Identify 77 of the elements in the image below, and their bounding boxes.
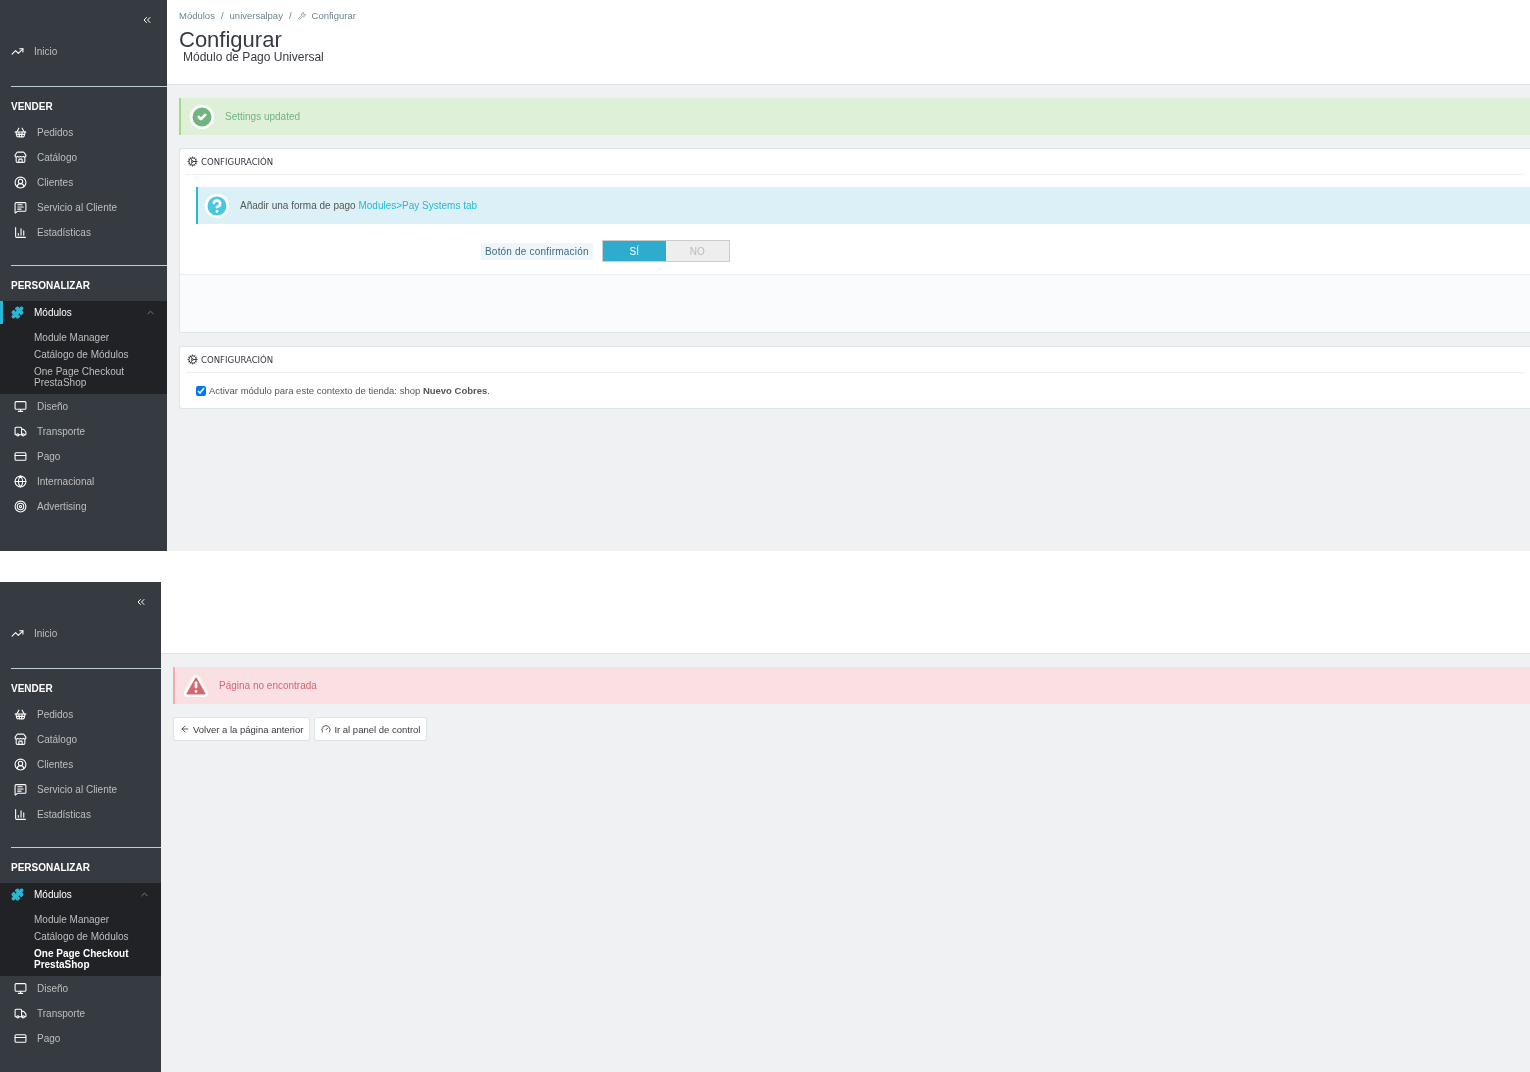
submenu-item[interactable]: Module Manager — [34, 332, 144, 343]
help-icon — [204, 192, 230, 219]
user-icon — [14, 176, 27, 189]
breadcrumb-link[interactable]: universalpay — [229, 10, 283, 21]
submenu-item[interactable]: Catálogo de Módulos — [34, 349, 144, 360]
section-title: PERSONALIZAR — [10, 861, 91, 875]
switch-label: Botón de confirmación — [481, 242, 593, 260]
sidebar-item[interactable]: Módulos — [0, 301, 167, 324]
checkbox-label: Activar módulo para este contexto de tienda: shop Nuevo Cobres. — [209, 385, 490, 396]
store-icon — [14, 151, 27, 164]
sidebar-item[interactable]: Diseño — [0, 394, 167, 419]
section-title: PERSONALIZAR — [10, 279, 91, 293]
back-button[interactable]: Volver a la página anterior — [173, 717, 311, 741]
sidebar-item[interactable]: Diseño — [0, 976, 161, 1001]
chart-icon — [14, 226, 27, 239]
chart-icon — [14, 808, 27, 821]
sidebar-item[interactable]: Transporte — [0, 419, 167, 444]
sidebar-item[interactable]: Pago — [0, 1026, 161, 1051]
section-title: VENDER — [10, 100, 54, 114]
truck-icon — [14, 1007, 27, 1020]
basket-icon — [14, 126, 27, 139]
info-message: Añadir una forma de pago Modules>Pay Systems tab — [240, 200, 478, 211]
page-title: Configurar — [179, 29, 283, 51]
puzzle-icon — [11, 306, 24, 319]
user-icon — [14, 758, 27, 771]
card-title: CONFIGURACIÓN — [201, 156, 274, 167]
chat-icon — [14, 201, 27, 214]
warning-icon — [183, 672, 209, 699]
sidebar-item[interactable]: Servicio al Cliente — [0, 777, 161, 802]
alert-message: Settings updated — [225, 111, 301, 122]
submenu-item[interactable]: One Page Checkout PrestaShop — [34, 948, 144, 970]
card-title: CONFIGURACIÓN — [201, 354, 274, 365]
section-title: VENDER — [10, 682, 54, 696]
monitor-icon — [14, 400, 27, 413]
basket-icon — [14, 708, 27, 721]
card-icon — [14, 1032, 27, 1045]
submenu-item[interactable]: One Page Checkout PrestaShop — [34, 366, 144, 388]
gauge-icon — [321, 724, 332, 734]
store-icon — [14, 733, 27, 746]
sidebar-item[interactable]: Catálogo — [0, 727, 161, 752]
sidebar-item[interactable]: Advertising — [0, 494, 167, 519]
collapse-icon[interactable] — [135, 596, 147, 608]
puzzle-icon — [11, 888, 24, 901]
sidebar-item[interactable]: Internacional — [0, 469, 167, 494]
sidebar-item[interactable]: Catálogo — [0, 145, 167, 170]
sidebar-item[interactable]: Pago — [0, 444, 167, 469]
sidebar-item[interactable]: Pedidos — [0, 120, 167, 145]
breadcrumb-separator: / — [220, 10, 224, 21]
target-icon — [14, 500, 27, 513]
submenu-item[interactable]: Module Manager — [34, 914, 144, 925]
chat-icon — [14, 783, 27, 796]
sidebar-item[interactable]: Inicio — [0, 36, 167, 66]
submenu-item[interactable]: Catálogo de Módulos — [34, 931, 144, 942]
sidebar-item[interactable]: Clientes — [0, 752, 161, 777]
checkbox[interactable] — [196, 385, 206, 396]
sidebar-item[interactable]: Estadísticas — [0, 802, 161, 827]
globe-icon — [14, 475, 27, 488]
card-icon — [14, 450, 27, 463]
sidebar-item[interactable]: Transporte — [0, 1001, 161, 1026]
sidebar-item[interactable]: Clientes — [0, 170, 167, 195]
monitor-icon — [14, 982, 27, 995]
sidebar-item[interactable]: Inicio — [0, 618, 161, 648]
sidebar-item[interactable]: Estadísticas — [0, 220, 167, 245]
page-subtitle: Módulo de Pago Universal — [183, 51, 325, 63]
arrow-left-icon — [180, 724, 190, 734]
sidebar-item[interactable]: Módulos — [0, 883, 161, 906]
alert-message: Página no encontrada — [219, 680, 317, 691]
check-icon — [189, 103, 215, 130]
sidebar-item[interactable]: Servicio al Cliente — [0, 195, 167, 220]
breadcrumb-separator: / — [288, 10, 292, 21]
sidebar-item[interactable]: Pedidos — [0, 702, 161, 727]
truck-icon — [14, 425, 27, 438]
breadcrumb-link[interactable]: Configurar — [311, 10, 356, 21]
breadcrumb-link[interactable]: Módulos — [179, 10, 215, 21]
dashboard-button[interactable]: Ir al panel de control — [314, 717, 428, 741]
wrench-icon — [297, 11, 306, 20]
collapse-icon[interactable] — [141, 14, 153, 26]
